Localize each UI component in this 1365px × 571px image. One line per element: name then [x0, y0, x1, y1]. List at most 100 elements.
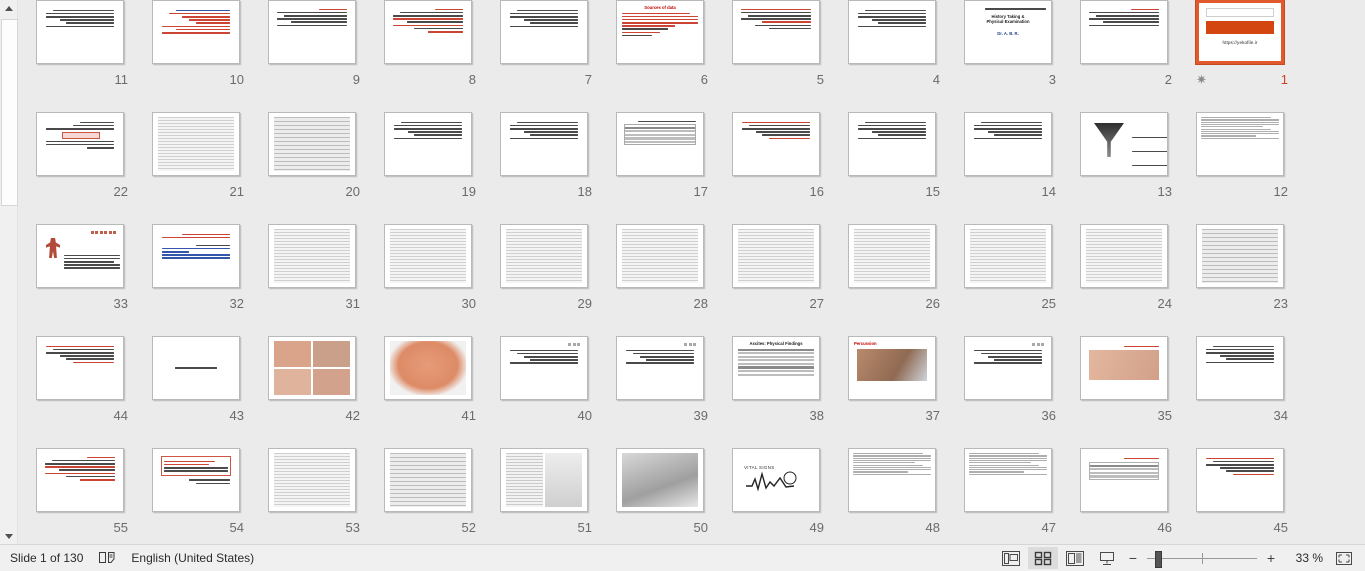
slide-thumbnail-frame[interactable] [36, 336, 128, 404]
slide-thumbnail-27[interactable]: 27 [720, 224, 836, 315]
slide-thumbnail-frame[interactable] [1080, 448, 1172, 516]
slide-preview[interactable] [384, 112, 472, 176]
slide-preview[interactable] [268, 448, 356, 512]
slide-preview[interactable] [36, 336, 124, 400]
slide-thumbnail-46[interactable]: 46 [1068, 448, 1184, 539]
slide-preview[interactable] [500, 112, 588, 176]
slide-thumbnail-22[interactable]: 22 [24, 112, 140, 203]
slide-thumbnail-6[interactable]: Sources of data 6 [604, 0, 720, 91]
slide-thumbnail-17[interactable]: 17 [604, 112, 720, 203]
slide-preview[interactable] [36, 112, 124, 176]
slide-thumbnail-45[interactable]: 45 [1184, 448, 1300, 539]
slide-preview[interactable] [268, 112, 356, 176]
slide-thumbnail-42[interactable]: 42 [256, 336, 372, 427]
slide-preview[interactable] [732, 112, 820, 176]
slide-preview[interactable] [36, 448, 124, 512]
slide-thumbnail-20[interactable]: 20 [256, 112, 372, 203]
slide-thumbnail-frame[interactable] [152, 112, 244, 180]
zoom-slider-thumb[interactable] [1155, 551, 1162, 568]
slide-preview[interactable] [268, 224, 356, 288]
slide-thumbnail-frame[interactable] [500, 112, 592, 180]
slide-thumbnail-18[interactable]: 18 [488, 112, 604, 203]
slide-preview[interactable] [500, 448, 588, 512]
slide-thumbnail-frame[interactable]: VITAL SIGNS [732, 448, 824, 516]
slide-thumbnail-frame[interactable] [268, 336, 360, 404]
slide-thumbnail-frame[interactable] [964, 112, 1056, 180]
slide-preview[interactable] [732, 224, 820, 288]
slide-thumbnail-frame[interactable] [1080, 336, 1172, 404]
slide-thumbnail-44[interactable]: 44 [24, 336, 140, 427]
slide-thumbnail-12[interactable]: 12 [1184, 112, 1300, 203]
slide-thumbnail-35[interactable]: 35 [1068, 336, 1184, 427]
slide-preview[interactable] [152, 224, 240, 288]
slide-preview[interactable] [1196, 448, 1284, 512]
slide-thumbnail-frame[interactable] [384, 448, 476, 516]
zoom-in-button[interactable]: + [1261, 547, 1281, 569]
slide-thumbnail-frame[interactable] [616, 448, 708, 516]
slide-thumbnail-frame[interactable]: Sources of data [616, 0, 708, 68]
slide-preview[interactable]: VITAL SIGNS [732, 448, 820, 512]
slide-thumbnail-54[interactable]: 54 [140, 448, 256, 539]
slide-thumbnail-frame[interactable] [268, 448, 360, 516]
slide-thumbnail-14[interactable]: 14 [952, 112, 1068, 203]
slide-thumbnail-frame[interactable] [964, 448, 1056, 516]
zoom-slider[interactable] [1147, 547, 1257, 569]
fit-to-window-button[interactable] [1331, 547, 1357, 569]
slide-thumbnail-frame[interactable] [384, 336, 476, 404]
slide-thumbnail-frame[interactable] [268, 112, 360, 180]
slide-preview[interactable] [1080, 112, 1168, 176]
slide-preview[interactable] [384, 0, 472, 64]
slide-thumbnail-frame[interactable] [152, 0, 244, 68]
slide-thumbnail-43[interactable]: 43 [140, 336, 256, 427]
slide-thumbnail-36[interactable]: 36 [952, 336, 1068, 427]
slide-thumbnail-41[interactable]: 41 [372, 336, 488, 427]
slide-thumbnail-11[interactable]: 11 [24, 0, 140, 91]
slide-thumbnail-frame[interactable] [36, 0, 128, 68]
slide-preview[interactable] [152, 448, 240, 512]
slide-thumbnail-2[interactable]: 2 [1068, 0, 1184, 91]
slide-preview[interactable] [1080, 224, 1168, 288]
slide-preview[interactable] [384, 224, 472, 288]
slide-preview[interactable] [1080, 336, 1168, 400]
slide-preview[interactable] [1080, 0, 1168, 64]
notes-icon[interactable] [99, 551, 115, 565]
slide-preview[interactable] [384, 336, 472, 400]
slide-preview[interactable]: https://yekofile.ir [1196, 0, 1284, 64]
slide-thumbnail-frame[interactable] [268, 0, 360, 68]
slide-thumbnail-frame[interactable] [500, 336, 592, 404]
slide-thumbnail-29[interactable]: 29 [488, 224, 604, 315]
animation-star-icon[interactable]: ✷ [1196, 72, 1207, 88]
slide-preview[interactable] [36, 0, 124, 64]
slide-thumbnail-8[interactable]: 8 [372, 0, 488, 91]
reading-view-button[interactable] [1060, 547, 1090, 569]
slide-thumbnail-49[interactable]: VITAL SIGNS 49 [720, 448, 836, 539]
slide-preview[interactable] [848, 112, 936, 176]
slide-thumbnail-frame[interactable] [384, 112, 476, 180]
slide-thumbnail-28[interactable]: 28 [604, 224, 720, 315]
slide-thumbnail-21[interactable]: 21 [140, 112, 256, 203]
slide-thumbnail-frame[interactable] [500, 448, 592, 516]
language-indicator[interactable]: English (United States) [131, 551, 254, 565]
slide-preview[interactable] [500, 224, 588, 288]
slide-thumbnail-frame[interactable]: History Taking & Physical Examination Dr. … [964, 0, 1056, 68]
slide-thumbnail-32[interactable]: 32 [140, 224, 256, 315]
slide-thumbnail-frame[interactable]: https://yekofile.ir [1196, 0, 1288, 68]
slide-preview[interactable] [1080, 448, 1168, 512]
slide-preview[interactable] [152, 336, 240, 400]
slide-thumbnail-frame[interactable] [152, 224, 244, 292]
scroll-down-arrow-icon[interactable] [0, 528, 17, 545]
slide-preview[interactable] [848, 448, 936, 512]
slide-preview[interactable]: Sources of data [616, 0, 704, 64]
slide-preview[interactable] [500, 336, 588, 400]
slide-thumbnail-frame[interactable] [848, 0, 940, 68]
slide-preview[interactable] [964, 112, 1052, 176]
slide-thumbnail-frame[interactable] [616, 112, 708, 180]
slide-thumbnail-26[interactable]: 26 [836, 224, 952, 315]
slide-thumbnail-5[interactable]: 5 [720, 0, 836, 91]
slide-thumbnail-40[interactable]: 40 [488, 336, 604, 427]
slide-thumbnail-frame[interactable] [1196, 448, 1288, 516]
slide-thumbnail-37[interactable]: Percussion 37 [836, 336, 952, 427]
slide-thumbnail-4[interactable]: 4 [836, 0, 952, 91]
slide-thumbnail-frame[interactable] [500, 224, 592, 292]
slide-thumbnail-9[interactable]: 9 [256, 0, 372, 91]
